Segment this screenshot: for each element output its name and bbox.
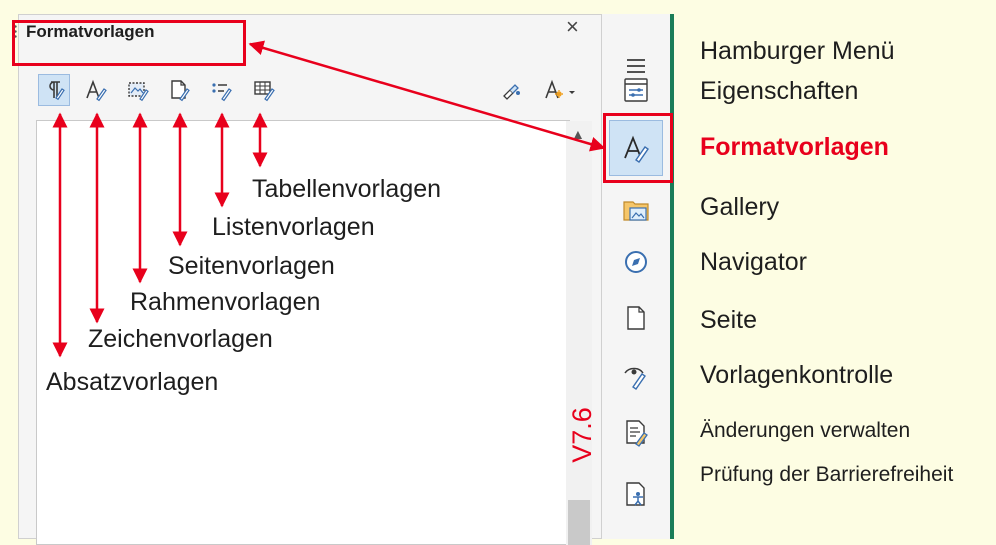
drag-grip-icon[interactable] [14, 24, 17, 40]
character-styles-button[interactable] [80, 74, 112, 106]
annotation-character-styles: Zeichenvorlagen [88, 325, 273, 353]
label-hamburger-menu: Hamburger Menü [700, 37, 895, 65]
tab-page[interactable] [610, 292, 662, 344]
paragraph-styles-button[interactable] [38, 74, 70, 106]
frame-styles-icon [128, 82, 149, 102]
table-styles-icon [254, 81, 275, 102]
tab-manage-changes[interactable] [610, 406, 662, 458]
style-inspector-icon [624, 367, 646, 390]
tab-properties[interactable] [610, 64, 662, 116]
fill-format-mode-icon [503, 84, 520, 100]
label-manage-changes: Änderungen verwalten [700, 419, 911, 442]
annotation-paragraph-styles: Absatzvorlagen [46, 368, 219, 396]
style-actions-icon [545, 79, 575, 99]
frame-styles-button[interactable] [122, 74, 154, 106]
deck-title-bar: Formatvorlagen × ≡ [0, 0, 622, 50]
annotation-frame-styles: Rahmenvorlagen [130, 288, 321, 316]
close-button[interactable]: × [566, 16, 579, 38]
annotation-table-styles: Tabellenvorlagen [252, 175, 442, 203]
label-gallery: Gallery [700, 193, 780, 221]
scroll-up-icon[interactable]: ▲ [571, 126, 585, 142]
character-styles-icon [86, 79, 107, 102]
tab-navigator[interactable] [610, 236, 662, 288]
page-styles-icon [171, 80, 190, 102]
table-styles-button[interactable] [248, 74, 280, 106]
page-icon [627, 306, 645, 330]
list-styles-icon [212, 83, 232, 102]
style-actions-button[interactable] [534, 74, 586, 106]
page-styles-button[interactable] [164, 74, 196, 106]
style-list-scrollbar[interactable] [566, 121, 592, 545]
annotation-page-styles: Seitenvorlagen [168, 252, 335, 280]
label-page: Seite [700, 306, 757, 334]
label-styles: Formatvorlagen [700, 133, 889, 161]
tab-accessibility-check[interactable] [610, 468, 662, 520]
tab-style-inspector[interactable] [610, 350, 662, 402]
list-styles-button[interactable] [206, 74, 238, 106]
styles-icon [624, 135, 649, 163]
manage-changes-icon [626, 420, 648, 447]
tab-styles[interactable] [609, 120, 663, 176]
label-properties: Eigenschaften [700, 77, 859, 105]
label-accessibility-check: Prüfung der Barrierefreiheit [700, 463, 954, 486]
gallery-icon [623, 201, 649, 221]
accessibility-check-icon [626, 482, 645, 506]
properties-icon [624, 78, 648, 102]
paragraph-styles-icon [49, 81, 65, 101]
navigator-icon [625, 251, 647, 273]
sidebar-tab-bar [602, 14, 674, 539]
label-navigator: Navigator [700, 248, 807, 276]
stage: Formatvorlagen × ≡ [0, 0, 996, 545]
label-style-inspector: Vorlagenkontrolle [700, 361, 894, 389]
fill-format-mode-button[interactable] [496, 74, 528, 106]
scroll-thumb[interactable] [568, 500, 590, 545]
panel-title: Formatvorlagen [26, 22, 155, 41]
tab-gallery[interactable] [610, 184, 662, 236]
annotation-list-styles: Listenvorlagen [212, 213, 375, 241]
